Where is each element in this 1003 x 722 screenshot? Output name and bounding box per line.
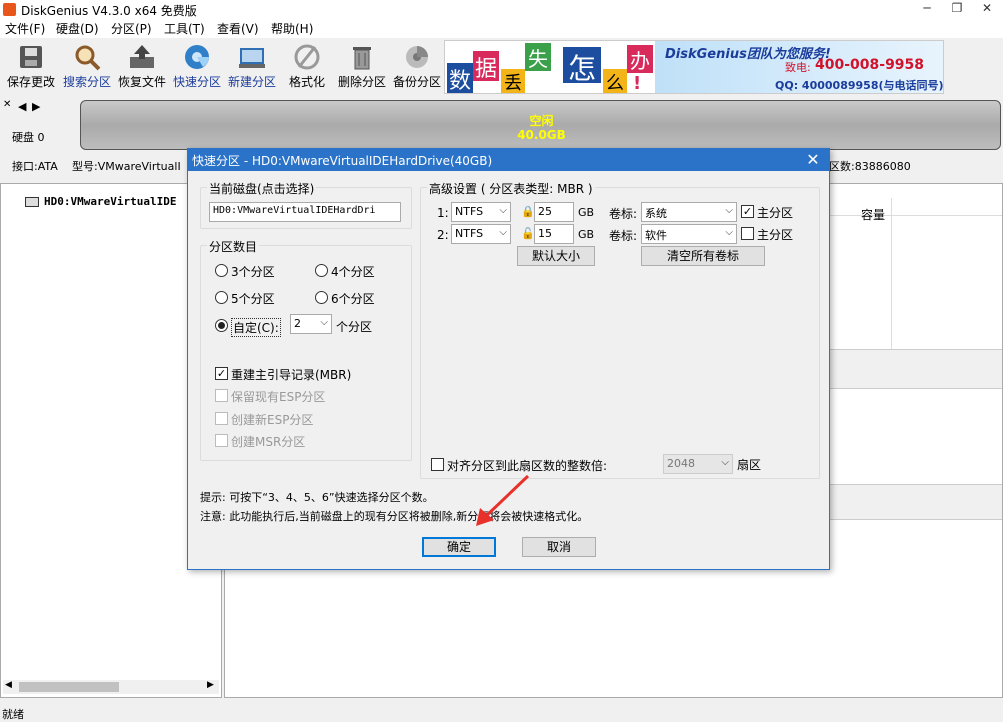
chevron-down-icon: ⌵ [721, 457, 729, 468]
radio-5-partitions[interactable] [215, 291, 228, 304]
backup-partition-icon [402, 43, 432, 71]
maximize-button[interactable]: ❐ [942, 0, 972, 18]
dialog-title: 快速分区 - HD0:VMwareVirtualIDEHardDrive(40G… [192, 154, 493, 168]
banner-qq: QQ: 4000089958(与电话同号) [775, 79, 944, 92]
scroll-left-icon[interactable]: ◀ [5, 680, 12, 690]
hint-text: 提示: 可按下“3、4、5、6”快速选择分区个数。 [200, 491, 434, 504]
interface-info: 接口:ATA [12, 160, 58, 173]
menu-partition[interactable]: 分区(P) [111, 20, 152, 37]
banner-phone: 400-008-9958 [815, 57, 925, 73]
menu-view[interactable]: 查看(V) [217, 20, 259, 37]
capacity-header: 容量 [861, 208, 886, 222]
close-window-button[interactable]: ✕ [972, 0, 1002, 18]
current-disk-group: 当前磁盘(点击选择) HD0:VMwareVirtualIDEHardDri [200, 180, 412, 229]
format-button[interactable]: 格式化 [279, 41, 335, 95]
horizontal-scrollbar[interactable]: ◀ ▶ [3, 680, 219, 694]
radio-3-partitions[interactable] [215, 264, 228, 277]
row1-volume-label-select[interactable]: 系统 ⌵ [641, 202, 737, 222]
tree-item-hd0[interactable]: HD0:VMwareVirtualIDE [44, 195, 176, 208]
row1-size-input[interactable]: 25 [534, 202, 574, 222]
disk-label: 硬盘 0 [12, 131, 45, 144]
row2-size-input[interactable]: 15 [534, 224, 574, 244]
dialog-close-icon[interactable]: ✕ [803, 150, 823, 169]
next-disk-arrow-icon[interactable]: ▶ [32, 100, 40, 113]
default-size-button[interactable]: 默认大小 [517, 246, 595, 266]
quick-partition-button[interactable]: 快速分区 [169, 41, 225, 95]
menu-tools[interactable]: 工具(T) [164, 20, 205, 37]
create-msr-checkbox[interactable] [215, 434, 228, 447]
hard-disk-icon [25, 197, 39, 207]
restore-file-icon [127, 43, 157, 71]
restore-file-button[interactable]: 恢复文件 [114, 41, 170, 95]
chevron-down-icon: ⌵ [725, 205, 733, 216]
free-size: 40.0GB [517, 128, 566, 142]
menu-disk[interactable]: 硬盘(D) [56, 20, 99, 37]
chevron-down-icon: ⌵ [499, 227, 507, 238]
ad-banner[interactable]: 数 据 丢 失 怎 么 办 ! DiskGenius团队为您服务! 致电: 40… [444, 40, 944, 94]
new-partition-icon [237, 43, 267, 71]
status-text: 就绪 [2, 708, 24, 721]
row2-volume-label-select[interactable]: 软件 ⌵ [641, 224, 737, 244]
align-sectors-select[interactable]: 2048 ⌵ [663, 454, 733, 474]
radio-custom[interactable] [215, 319, 228, 332]
menu-help[interactable]: 帮助(H) [271, 20, 313, 37]
custom-count-select[interactable]: 2 ⌵ [290, 314, 332, 334]
status-bar: 就绪 [0, 704, 1003, 721]
row2-primary-checkbox[interactable] [741, 227, 754, 240]
radio-6-partitions[interactable] [315, 291, 328, 304]
menu-bar: 文件(F) 硬盘(D) 分区(P) 工具(T) 查看(V) 帮助(H) [0, 18, 1003, 38]
free-label: 空闲 [529, 114, 554, 128]
annotation-arrow-icon [476, 474, 530, 526]
radio-4-partitions[interactable] [315, 264, 328, 277]
unlock-icon[interactable]: 🔓 [521, 227, 535, 240]
create-esp-checkbox[interactable] [215, 412, 228, 425]
app-title: DiskGenius V4.3.0 x64 免费版 [21, 4, 197, 18]
close-icon[interactable]: ✕ [3, 99, 11, 110]
keep-esp-checkbox[interactable] [215, 389, 228, 402]
ok-button[interactable]: 确定 [422, 537, 496, 557]
menu-file[interactable]: 文件(F) [5, 20, 45, 37]
lock-icon[interactable]: 🔒 [521, 205, 535, 218]
search-partition-button[interactable]: 搜索分区 [59, 41, 115, 95]
scroll-right-icon[interactable]: ▶ [207, 680, 214, 690]
chevron-down-icon: ⌵ [499, 205, 507, 216]
save-changes-button[interactable]: 保存更改 [3, 41, 59, 95]
row2-fs-select[interactable]: NTFS ⌵ [451, 224, 511, 244]
row1-fs-select[interactable]: NTFS ⌵ [451, 202, 511, 222]
backup-partition-button[interactable]: 备份分区 [389, 41, 445, 95]
chevron-down-icon: ⌵ [320, 317, 328, 328]
dialog-title-bar: 快速分区 - HD0:VMwareVirtualIDEHardDrive(40G… [188, 149, 829, 171]
sectors-info: 扇区数:83886080 [818, 160, 911, 173]
clear-labels-button[interactable]: 清空所有卷标 [641, 246, 765, 266]
new-partition-button[interactable]: 新建分区 [224, 41, 280, 95]
quick-partition-icon [182, 43, 212, 71]
model-info: 型号:VMwareVirtualI [72, 160, 181, 173]
delete-partition-icon [347, 43, 377, 71]
chevron-down-icon: ⌵ [725, 227, 733, 238]
cancel-button[interactable]: 取消 [522, 537, 596, 557]
align-partition-checkbox[interactable] [431, 458, 444, 471]
format-icon [292, 43, 322, 71]
scroll-thumb[interactable] [19, 682, 119, 692]
search-icon [72, 43, 102, 71]
delete-partition-button[interactable]: 删除分区 [334, 41, 390, 95]
row1-primary-checkbox[interactable]: ✓ [741, 205, 754, 218]
current-disk-field[interactable]: HD0:VMwareVirtualIDEHardDri [209, 202, 401, 222]
minimize-button[interactable]: ─ [912, 0, 942, 18]
rebuild-mbr-checkbox[interactable]: ✓ [215, 367, 228, 380]
partition-count-group: 分区数目 3个分区 4个分区 5个分区 6个分区 自定(C): 2 ⌵ 个分区 ✓… [200, 238, 412, 461]
save-disk-icon [16, 43, 46, 71]
advanced-settings-group: 高级设置 ( 分区表类型: MBR ) 1: NTFS ⌵ 🔒 25 GB 卷标:… [420, 180, 820, 479]
free-space-bar[interactable]: 空闲 40.0GB [80, 100, 1001, 150]
app-logo-icon [3, 3, 16, 16]
prev-disk-arrow-icon[interactable]: ◀ [18, 100, 26, 113]
title-bar: DiskGenius V4.3.0 x64 免费版 ─ ❐ ✕ [0, 0, 1003, 18]
